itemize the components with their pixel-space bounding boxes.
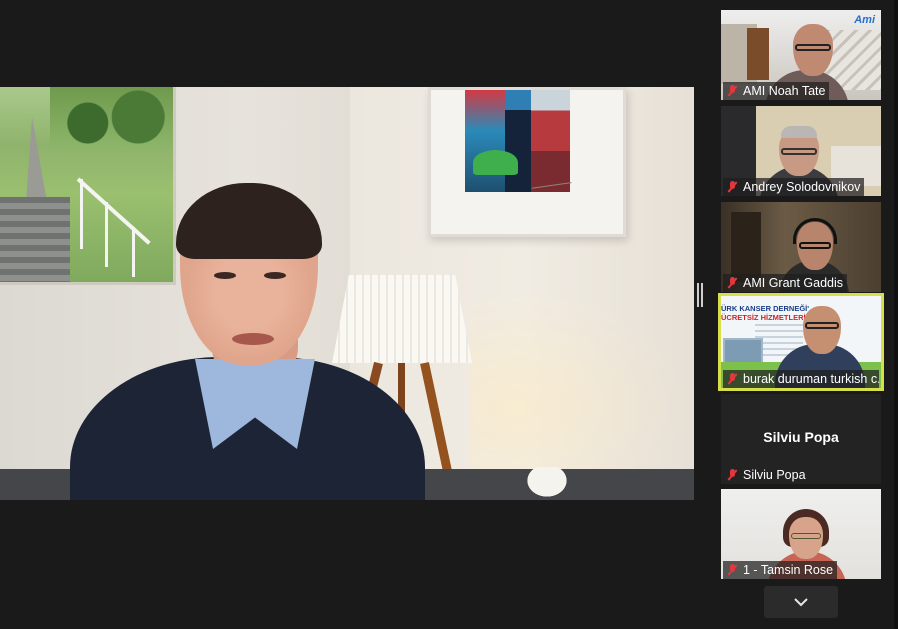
chevron-down-icon: [794, 598, 808, 607]
active-speaker-video[interactable]: [0, 87, 694, 500]
background-door: [747, 28, 769, 80]
participant-face: [803, 306, 841, 354]
speaker-eye: [214, 272, 236, 279]
glasses-icon: [799, 242, 831, 249]
participant-name-label: 1 - Tamsin Rose: [723, 561, 838, 579]
scroll-participants-down-button[interactable]: [764, 586, 838, 618]
slide-title-line2: ÜCRETSİZ HİZMETLERİ: [721, 313, 806, 322]
participant-name: AMI Noah Tate: [743, 84, 826, 98]
wall-photo-print: [0, 87, 176, 285]
glasses-icon: [795, 44, 831, 51]
ami-logo: Ami: [854, 14, 875, 26]
muted-microphone-icon: [726, 564, 738, 576]
window-edge: [894, 0, 898, 629]
participant-name-label: Andrey Solodovnikov: [723, 178, 865, 196]
muted-microphone-icon: [726, 373, 738, 385]
speaker-eye: [264, 272, 286, 279]
participant-tile-burak-duruman[interactable]: ÜRK KANSER DERNEĞİ' ÜCRETSİZ HİZMETLERİ …: [718, 293, 884, 391]
participant-name-label: AMI Noah Tate: [723, 82, 830, 100]
glasses-icon: [781, 148, 817, 155]
participant-name: Silviu Popa: [743, 468, 806, 482]
virtual-background-slide-title: ÜRK KANSER DERNEĞİ' ÜCRETSİZ HİZMETLERİ: [721, 304, 811, 322]
participant-name-label: AMI Grant Gaddis: [723, 274, 848, 292]
participant-hair: [781, 126, 817, 138]
resize-handle-icon[interactable]: [697, 283, 703, 307]
participant-tile-silviu-popa[interactable]: Silviu Popa Silviu Popa: [721, 394, 881, 484]
framed-artwork: [428, 87, 626, 237]
video-off-display-name: Silviu Popa: [763, 429, 839, 445]
participant-tile-andrey-solodovnikov[interactable]: Andrey Solodovnikov: [721, 106, 881, 196]
muted-microphone-icon: [726, 181, 738, 193]
muted-microphone-icon: [726, 469, 738, 481]
participant-name: burak duruman turkish c...: [743, 372, 879, 386]
participant-name-label: Silviu Popa: [723, 466, 810, 484]
figurine: [522, 467, 572, 500]
slide-title-line1: ÜRK KANSER DERNEĞİ': [721, 304, 810, 313]
participant-tile-noah-tate[interactable]: Ami AMI Noah Tate: [721, 10, 881, 100]
muted-microphone-icon: [726, 85, 738, 97]
participant-name-label: burak duruman turkish c...: [723, 370, 879, 388]
glasses-icon: [805, 322, 839, 329]
participant-name: AMI Grant Gaddis: [743, 276, 844, 290]
participant-name: Andrey Solodovnikov: [743, 180, 861, 194]
background-door: [731, 212, 761, 282]
headset-icon: [793, 218, 837, 244]
speaker-mouth: [232, 333, 274, 345]
participant-tile-grant-gaddis[interactable]: AMI Grant Gaddis: [721, 202, 881, 292]
participant-name: 1 - Tamsin Rose: [743, 563, 834, 577]
lamp-glow: [470, 287, 690, 487]
participant-tile-tamsin-rose[interactable]: 1 - Tamsin Rose: [721, 489, 881, 579]
floor-lamp-shade: [332, 275, 472, 363]
muted-microphone-icon: [726, 277, 738, 289]
glasses-icon: [791, 533, 821, 539]
